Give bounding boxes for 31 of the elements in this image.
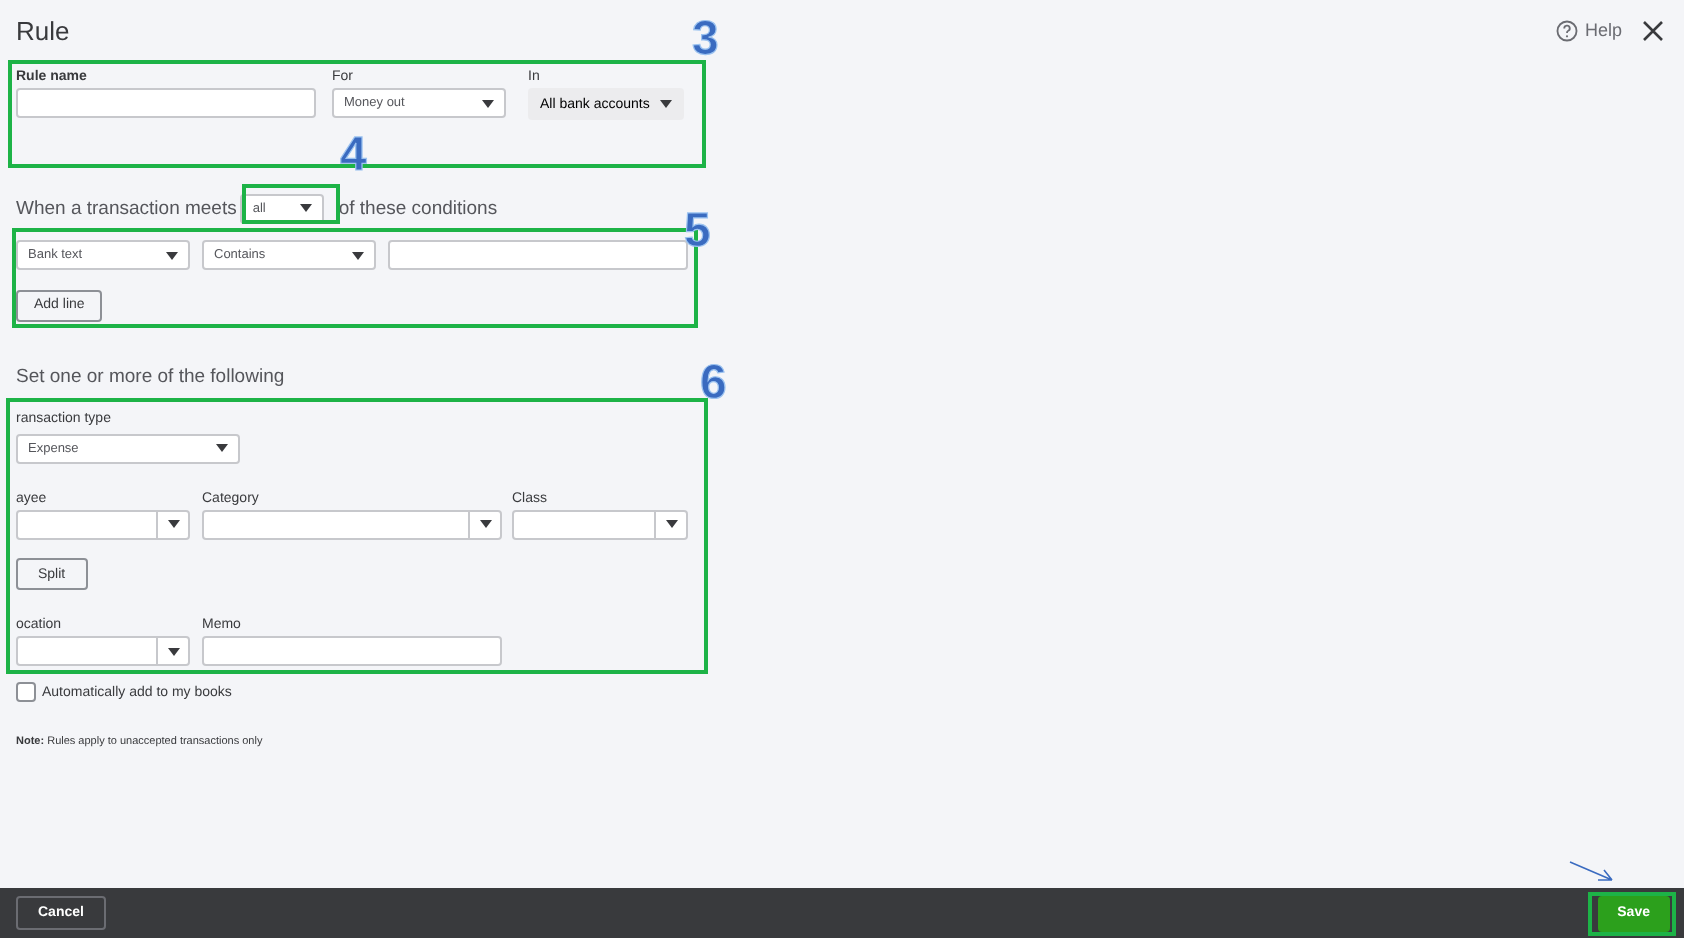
- caret-icon: [665, 520, 677, 528]
- condition-value-field[interactable]: [388, 240, 688, 270]
- combo-box[interactable]: [202, 509, 502, 539]
- caret-icon: [479, 520, 491, 528]
- caret-icon: [300, 204, 313, 212]
- dialog-title: Rule: [16, 15, 70, 45]
- caret-icon: [216, 444, 228, 452]
- annotation-frame: [242, 184, 340, 224]
- memo-field[interactable]: [202, 636, 502, 666]
- condition-text: of these conditions: [338, 197, 498, 219]
- annotation-frame: [1588, 892, 1676, 936]
- annotation-number: 5: [684, 208, 711, 256]
- combo-box[interactable]: [512, 509, 688, 539]
- annotation-arrow: [1568, 860, 1616, 884]
- condition-text: When a transaction meets: [16, 197, 237, 219]
- close-icon[interactable]: [1642, 19, 1664, 41]
- caret-icon: [166, 251, 178, 259]
- combo-box[interactable]: [16, 636, 190, 666]
- combo-box[interactable]: [16, 509, 190, 539]
- caret-icon: [482, 99, 494, 107]
- help-icon: [1556, 19, 1579, 41]
- annotation-number: 6: [700, 360, 727, 408]
- help-button[interactable]: Help: [1556, 19, 1622, 41]
- caret-icon: [167, 647, 179, 655]
- checkbox[interactable]: [16, 682, 36, 702]
- caret-icon: [167, 520, 179, 528]
- caret-icon: [659, 100, 672, 108]
- section-heading: Set one or more of the following: [16, 365, 285, 387]
- caret-icon: [352, 251, 364, 259]
- rule-name-field[interactable]: [16, 88, 316, 118]
- annotation-number: 3: [692, 16, 719, 64]
